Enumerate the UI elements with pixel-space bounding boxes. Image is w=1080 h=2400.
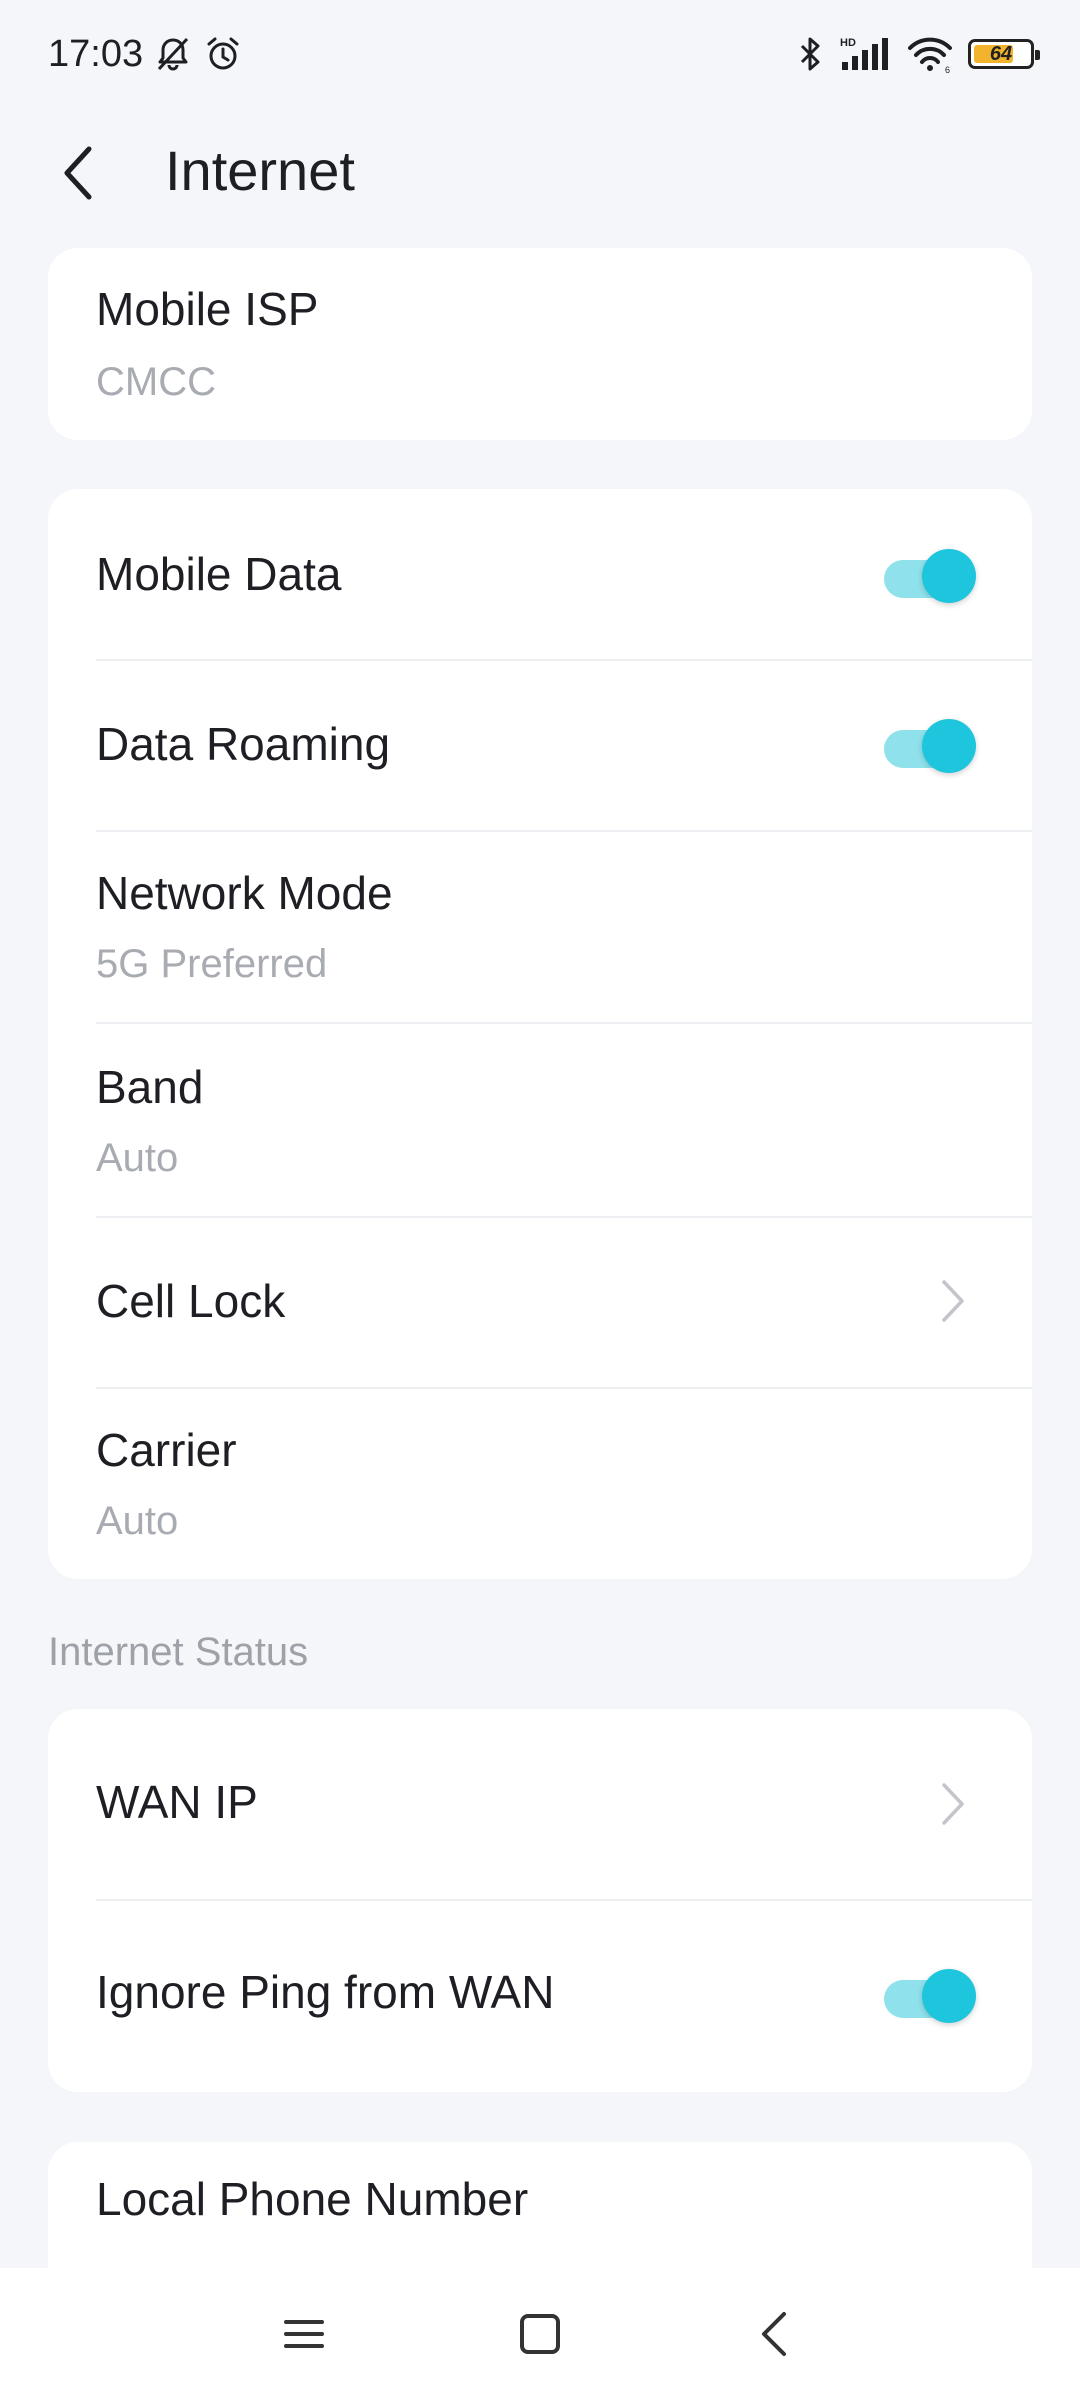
- bell-off-icon: [153, 34, 193, 74]
- battery-icon: 64: [968, 39, 1040, 69]
- menu-icon: [284, 2320, 324, 2348]
- toggle-knob: [922, 719, 976, 773]
- data-roaming-toggle[interactable]: [884, 713, 976, 773]
- data-roaming-row[interactable]: Data Roaming: [48, 659, 1032, 830]
- wifi-icon: 6: [906, 34, 954, 74]
- chevron-right-icon: [942, 1783, 964, 1825]
- battery-level: 64: [989, 42, 1013, 65]
- page-title: Internet: [165, 139, 355, 202]
- network-mode-row[interactable]: Network Mode 5G Preferred: [48, 830, 1032, 1022]
- isp-value: CMCC: [96, 360, 216, 404]
- band-value: Auto: [96, 1136, 179, 1180]
- menu-button[interactable]: [268, 2298, 340, 2370]
- svg-text:HD: HD: [840, 37, 856, 49]
- mobile-data-row[interactable]: Mobile Data: [48, 489, 1032, 659]
- band-row[interactable]: Band Auto: [48, 1022, 1032, 1216]
- header: Internet: [0, 118, 1080, 224]
- wan-ip-label: WAN IP: [96, 1776, 258, 1828]
- isp-title: Mobile ISP: [96, 283, 319, 335]
- isp-card: Mobile ISP CMCC: [48, 248, 1032, 440]
- local-phone-label: Local Phone Number: [96, 2173, 529, 2225]
- internet-status-card: WAN IP Ignore Ping from WAN: [48, 1709, 1032, 2092]
- ignore-ping-row[interactable]: Ignore Ping from WAN: [48, 1899, 1032, 2092]
- isp-row: Mobile ISP CMCC: [48, 248, 1032, 440]
- ignore-ping-label: Ignore Ping from WAN: [96, 1966, 555, 2018]
- network-card: Mobile Data Data Roaming Network Mode 5G…: [48, 489, 1032, 1579]
- internet-status-heading: Internet Status: [48, 1630, 309, 1674]
- status-right: HD 6 64: [794, 34, 1040, 74]
- ignore-ping-toggle[interactable]: [884, 1963, 976, 2023]
- status-bar: 17:03 HD 6 64: [0, 0, 1080, 108]
- alarm-icon: [203, 34, 243, 74]
- cell-lock-label: Cell Lock: [96, 1275, 286, 1327]
- home-square-icon: [520, 2314, 560, 2354]
- network-mode-label: Network Mode: [96, 867, 393, 919]
- cell-lock-row[interactable]: Cell Lock: [48, 1216, 1032, 1387]
- status-left: 17:03: [48, 33, 243, 76]
- svg-text:6: 6: [945, 65, 950, 74]
- network-mode-value: 5G Preferred: [96, 942, 328, 986]
- back-button[interactable]: [44, 138, 114, 208]
- carrier-value: Auto: [96, 1499, 179, 1543]
- mobile-data-toggle[interactable]: [884, 543, 976, 603]
- band-label: Band: [96, 1061, 204, 1113]
- carrier-row[interactable]: Carrier Auto: [48, 1387, 1032, 1579]
- chevron-right-icon: [942, 1280, 964, 1322]
- hd-signal-icon: HD: [840, 34, 892, 74]
- home-button[interactable]: [504, 2298, 576, 2370]
- toggle-knob: [922, 549, 976, 603]
- system-nav-bar: [0, 2268, 1080, 2400]
- nav-back-button[interactable]: [740, 2298, 812, 2370]
- mobile-data-label: Mobile Data: [96, 548, 342, 600]
- bluetooth-icon: [794, 34, 826, 74]
- status-time: 17:03: [48, 32, 144, 75]
- back-chevron-icon: [762, 2312, 786, 2356]
- toggle-knob: [922, 1969, 976, 2023]
- chevron-left-icon: [64, 146, 92, 200]
- wan-ip-row[interactable]: WAN IP: [48, 1709, 1032, 1899]
- data-roaming-label: Data Roaming: [96, 718, 391, 770]
- carrier-label: Carrier: [96, 1424, 237, 1476]
